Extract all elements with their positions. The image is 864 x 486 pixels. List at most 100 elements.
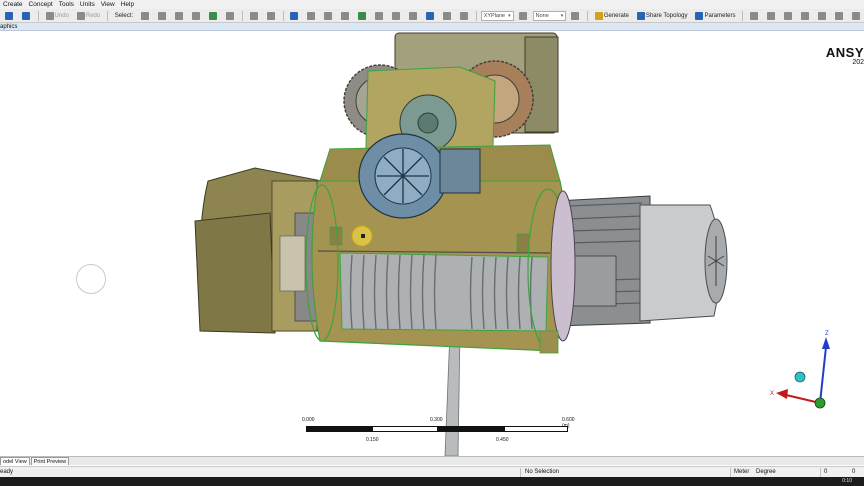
curve-tool-button[interactable]: [815, 10, 830, 21]
magnifier-icon: [375, 11, 384, 20]
look-at-button[interactable]: [264, 10, 279, 21]
select-point-button[interactable]: [172, 10, 187, 21]
fit-icon: [249, 11, 258, 20]
undo-button[interactable]: Undo: [43, 10, 72, 21]
parameters-button[interactable]: Parameters: [692, 10, 738, 21]
tab-print-preview[interactable]: Print Preview: [30, 457, 70, 465]
menu-create[interactable]: Create: [0, 0, 26, 9]
rotate-button[interactable]: [287, 10, 302, 21]
display-mode-button[interactable]: [440, 10, 455, 21]
main-toolbar: Undo Redo Select: XYPlane ▾ None ▾ Generat…: [0, 9, 864, 23]
previous-view-button[interactable]: [389, 10, 404, 21]
plane-select[interactable]: XYPlane ▾: [480, 10, 514, 21]
menu-units[interactable]: Units: [77, 0, 98, 9]
status-value-2: 0: [852, 469, 856, 475]
status-divider: [730, 468, 731, 477]
status-unit-angle[interactable]: Degree: [756, 469, 776, 475]
toolbar-divider: [107, 10, 108, 21]
redo-label: Redo: [85, 12, 101, 19]
scale-segment-dark: [306, 426, 372, 432]
line-tool-button[interactable]: [798, 10, 813, 21]
sketch-icon: [571, 11, 580, 20]
graphics-viewport[interactable]: ANSY 202 Z X 0.000 0.300 0.600 0.150 0.4…: [0, 31, 864, 456]
left-motor: [194, 167, 324, 334]
menu-view[interactable]: View: [98, 0, 118, 9]
generate-button[interactable]: Generate: [592, 10, 632, 21]
parameters-icon: [695, 11, 704, 20]
sketch-select-value: None: [535, 12, 549, 19]
new-plane-button[interactable]: [516, 10, 531, 21]
scale-segment-light: [504, 426, 568, 432]
point-tool-button[interactable]: [781, 10, 796, 21]
scale-ruler: 0.000 0.300 0.600 (m) 0.150 0.450: [302, 417, 575, 447]
tab-model-view[interactable]: odel View: [0, 457, 30, 465]
toolbar-divider: [742, 10, 743, 21]
new-button[interactable]: [2, 10, 17, 21]
magnify-button[interactable]: [372, 10, 387, 21]
iso-view-icon: [426, 11, 435, 20]
iso-view-button[interactable]: [423, 10, 438, 21]
status-selection: No Selection: [525, 469, 560, 475]
new-sketch-button[interactable]: [568, 10, 583, 21]
triad-z-label: Z: [825, 331, 829, 337]
status-bar: eady No Selection Meter Degree 0 0: [0, 466, 864, 477]
window-icon: [767, 11, 775, 20]
lightning-icon: [594, 11, 603, 20]
sketch-select[interactable]: None ▾: [532, 10, 567, 21]
toolbar-divider: [282, 10, 284, 21]
scale-segment-light: [372, 426, 438, 432]
plane-select-value: XYPlane: [483, 12, 506, 19]
point-icon: [175, 11, 184, 20]
extrude-icon: [750, 11, 758, 20]
pan-button[interactable]: [304, 10, 319, 21]
save-icon: [22, 11, 30, 20]
redo-button[interactable]: Redo: [74, 10, 103, 21]
previous-view-icon: [392, 11, 401, 20]
select-edge-button[interactable]: [189, 10, 204, 21]
status-divider: [520, 468, 521, 477]
scale-tick-label: 0.000: [302, 417, 315, 423]
save-button[interactable]: [19, 10, 34, 21]
dot-icon: [460, 11, 469, 20]
select-filter-button[interactable]: [155, 10, 170, 21]
parameters-label: Parameters: [704, 12, 736, 19]
scale-tick-label: 0.450: [496, 437, 509, 443]
menu-tools[interactable]: Tools: [56, 0, 77, 9]
edge-tool-button[interactable]: [832, 10, 847, 21]
edge-tool-icon: [835, 11, 843, 20]
scale-segment-dark: [438, 426, 504, 432]
window-button[interactable]: [764, 10, 779, 21]
display-points-button[interactable]: [457, 10, 472, 21]
edge-icon: [192, 11, 201, 20]
select-face-button[interactable]: [206, 10, 221, 21]
scale-tick-label: 0.150: [366, 437, 379, 443]
extrude-button[interactable]: [747, 10, 762, 21]
rotate-icon: [290, 11, 299, 20]
redo-icon: [76, 11, 85, 20]
zoom-button[interactable]: [321, 10, 336, 21]
graphics-panel-title: aphics: [0, 23, 864, 31]
select-mode-button[interactable]: [138, 10, 153, 21]
coordinate-triad: Z X: [770, 331, 830, 409]
status-value-1: 0: [824, 469, 828, 475]
toolbar-divider: [476, 10, 477, 21]
zoom-fit-button[interactable]: [355, 10, 370, 21]
hoist-model[interactable]: Z X: [0, 31, 864, 456]
select-body-button[interactable]: [223, 10, 238, 21]
menu-help[interactable]: Help: [118, 0, 137, 9]
select-label: Select:: [114, 12, 134, 19]
box-zoom-button[interactable]: [338, 10, 353, 21]
chevron-down-icon: ▾: [560, 12, 564, 19]
status-divider: [820, 468, 821, 477]
surface-tool-button[interactable]: [849, 10, 864, 21]
menu-concept[interactable]: Concept: [26, 0, 56, 9]
fit-button[interactable]: [247, 10, 262, 21]
status-unit-length[interactable]: Meter: [734, 469, 749, 475]
share-topology-button[interactable]: Share Topology: [634, 10, 691, 21]
status-ready: eady: [0, 469, 14, 475]
taskbar-clock: 0:10: [842, 478, 852, 484]
next-view-icon: [409, 11, 418, 20]
share-topology-icon: [636, 11, 645, 20]
next-view-button[interactable]: [406, 10, 421, 21]
share-topology-label: Share Topology: [645, 12, 688, 19]
